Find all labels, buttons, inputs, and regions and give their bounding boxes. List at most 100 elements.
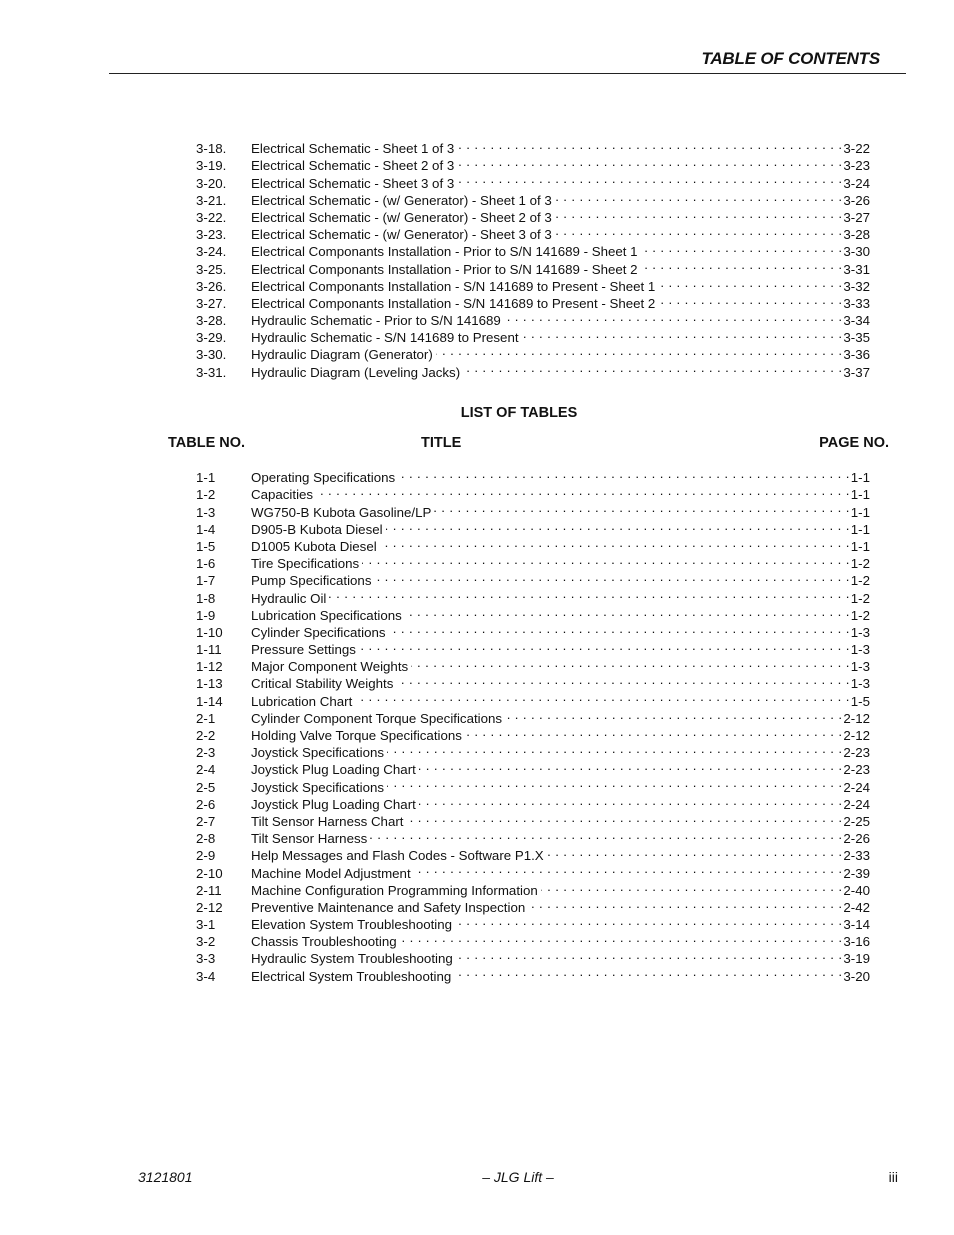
table-entry-page: 1-3 <box>850 642 870 658</box>
table-entry-number: 1-14 <box>196 693 223 709</box>
figure-entry-number: 3-27. <box>196 295 227 311</box>
figure-entry-title: Electrical Schematic - (w/ Generator) - … <box>251 227 552 243</box>
table-entry-title: D905-B Kubota Diesel <box>251 521 383 537</box>
dot-leader <box>434 499 849 516</box>
dot-leader <box>380 534 850 551</box>
page-header-title: TABLE OF CONTENTS <box>701 49 880 68</box>
dot-leader <box>528 895 842 912</box>
dot-leader <box>641 239 843 256</box>
dot-leader <box>541 878 843 895</box>
figure-entry-number: 3-23. <box>196 227 227 243</box>
table-entry-page: 3-19 <box>843 951 870 967</box>
footer-brand: – JLG Lift – <box>482 1169 554 1185</box>
figure-entry-page: 3-24 <box>843 175 870 191</box>
table-entry-title: Capacities <box>251 487 314 503</box>
dot-leader <box>405 603 850 620</box>
table-entry-page: 1-1 <box>850 487 870 503</box>
table-entry-title: Lubrication Specifications <box>251 607 402 623</box>
table-entry-number: 2-9 <box>196 848 216 864</box>
table-entry-page: 1-5 <box>850 693 870 709</box>
dot-leader <box>555 222 843 239</box>
figure-entry-title: Electrical Schematic - Sheet 1 of 3 <box>251 141 455 157</box>
figure-entry-number: 3-19. <box>196 158 227 174</box>
figure-entry-title: Electrical Componants Installation - Pri… <box>251 261 638 277</box>
table-entry-number: 1-1 <box>196 470 216 486</box>
list-of-tables-title: LIST OF TABLES <box>460 405 578 421</box>
figure-entry-page: 3-32 <box>843 278 870 294</box>
table-entry-page: 1-1 <box>850 504 870 520</box>
table-entry-number: 2-4 <box>196 762 216 778</box>
figure-entry-page: 3-33 <box>843 295 870 311</box>
table-entry-number: 3-2 <box>196 934 216 950</box>
dot-leader <box>555 188 843 205</box>
table-entry-title: Electrical System Troubleshooting <box>251 968 452 984</box>
dot-leader <box>505 706 842 723</box>
table-entry-number: 1-3 <box>196 504 216 520</box>
column-header-title: TITLE <box>421 435 462 451</box>
table-entry-number: 1-12 <box>196 659 223 675</box>
dot-leader <box>316 482 850 499</box>
table-entry-number: 2-1 <box>196 710 216 726</box>
column-header-page-no: PAGE NO. <box>819 435 889 451</box>
dot-leader <box>463 359 842 376</box>
figure-entry-number: 3-25. <box>196 261 227 277</box>
dot-leader <box>419 757 843 774</box>
figure-entry-number: 3-18. <box>196 141 227 157</box>
dot-leader <box>411 654 850 671</box>
table-entry-number: 1-11 <box>196 642 222 658</box>
table-entry-title: Joystick Specifications <box>251 745 385 761</box>
list-of-tables: 1-1Operating Specifications1-1 1-2 Capacit… <box>196 465 870 984</box>
table-entry-page: 1-3 <box>850 659 870 675</box>
figure-entry-number: 3-24. <box>196 244 227 260</box>
table-entry-title: Hydraulic System Troubleshooting <box>251 951 453 967</box>
figure-entry-page: 3-26 <box>843 192 870 208</box>
dot-leader <box>504 308 843 325</box>
table-entry-page: 1-2 <box>850 573 870 589</box>
table-entry-page: 2-24 <box>843 796 870 812</box>
table-entry-number: 2-3 <box>196 745 216 761</box>
dot-leader <box>400 929 843 946</box>
table-entry-number: 1-9 <box>196 607 216 623</box>
figure-entry-page: 3-27 <box>843 209 870 225</box>
dot-leader <box>398 465 850 482</box>
figure-entry[interactable]: 3-18. Electrical Schematic - Sheet 1 of 3… <box>196 136 870 156</box>
dot-leader <box>414 860 843 877</box>
dot-leader <box>457 170 842 187</box>
table-entry-number: 3-4 <box>196 968 216 984</box>
figure-entry-page: 3-23 <box>843 158 870 174</box>
table-entry-number: 2-5 <box>196 779 216 795</box>
dot-leader <box>355 688 850 705</box>
table-entry-page: 3-20 <box>843 968 870 984</box>
figure-entry-title: Hydraulic Diagram (Generator) <box>251 347 433 363</box>
list-of-figures: 3-18. Electrical Schematic - Sheet 1 of 3… <box>196 136 870 380</box>
table-entry-page: 1-2 <box>850 556 870 572</box>
figure-entry-page: 3-28 <box>843 227 870 243</box>
dot-leader <box>387 740 842 757</box>
table-entry-number: 1-10 <box>196 624 223 640</box>
table-entry-title: Lubrication Chart <box>251 693 353 709</box>
figure-entry-page: 3-35 <box>843 330 870 346</box>
dot-leader <box>555 205 843 222</box>
header-rule <box>109 73 906 74</box>
figure-entry-title: Electrical Schematic - (w/ Generator) - … <box>251 209 552 225</box>
table-entry-number: 1-8 <box>196 590 216 606</box>
figure-entry-title: Hydraulic Diagram (Leveling Jacks) <box>251 364 461 380</box>
figure-entry-page: 3-30 <box>843 244 870 260</box>
table-entry-page: 3-14 <box>843 917 870 933</box>
table-entry-page: 1-2 <box>850 607 870 623</box>
table-entry-page: 1-2 <box>850 590 870 606</box>
dot-leader <box>457 153 842 170</box>
table-entry-page: 1-1 <box>850 521 870 537</box>
figure-entry-number: 3-21. <box>196 192 227 208</box>
table-entry-page: 1-1 <box>850 538 870 554</box>
dot-leader <box>387 774 842 791</box>
figure-entry-number: 3-30. <box>196 347 227 363</box>
figure-entry-number: 3-31. <box>196 364 227 380</box>
table-entry-title: Joystick Specifications <box>251 779 385 795</box>
table-entry-number: 2-12 <box>196 899 223 915</box>
figure-entry-number: 3-28. <box>196 313 227 329</box>
table-entry-page: 2-42 <box>843 899 870 915</box>
table-entry-page: 2-24 <box>843 779 870 795</box>
table-entry-title: Machine Model Adjustment <box>251 865 411 881</box>
table-entry[interactable]: 1-1Operating Specifications1-1 <box>196 465 870 485</box>
